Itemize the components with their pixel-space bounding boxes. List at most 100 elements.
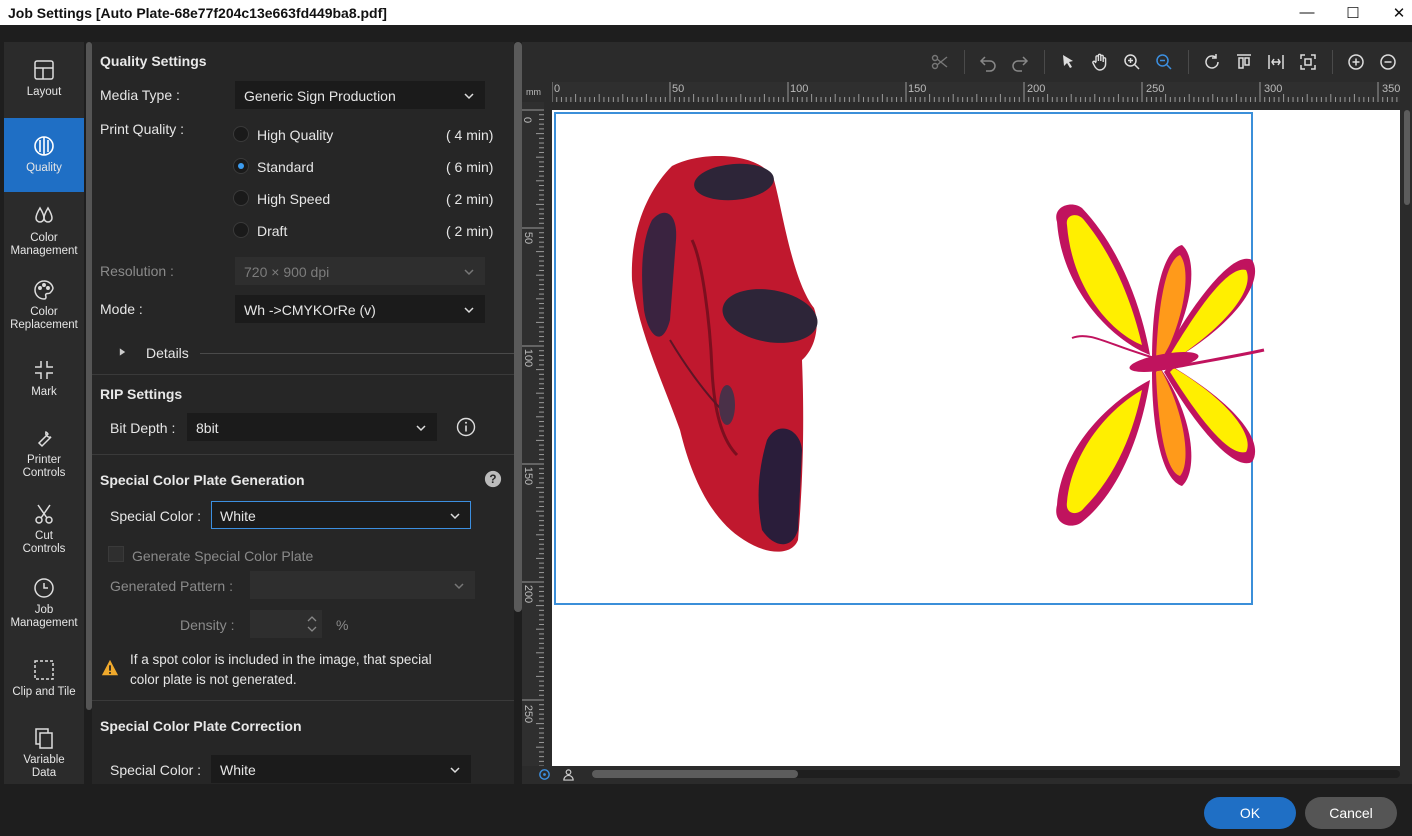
- target-icon[interactable]: [538, 768, 551, 781]
- scroll-thumb[interactable]: [1404, 110, 1410, 205]
- chevron-down-icon: [464, 269, 474, 276]
- ruler-label: 50: [522, 231, 535, 245]
- density-label: Density :: [180, 617, 235, 633]
- chevron-down-icon: [450, 513, 460, 520]
- info-icon[interactable]: [456, 417, 476, 437]
- ruler-label: 150: [908, 83, 927, 95]
- cut-tool[interactable]: [930, 52, 950, 72]
- close-button[interactable]: ✕: [1376, 0, 1412, 25]
- svg-text:?: ?: [489, 473, 496, 486]
- radio-standard[interactable]: [233, 158, 249, 174]
- media-type-select[interactable]: Generic Sign Production: [235, 81, 485, 109]
- zoom-out-icon: [1156, 54, 1172, 70]
- car-image: [631, 155, 818, 552]
- generate-plate-label: Generate Special Color Plate: [132, 548, 314, 564]
- option-time: ( 2 min): [446, 191, 494, 207]
- preview-canvas[interactable]: [552, 110, 1400, 766]
- minus-circle-icon: [1380, 54, 1396, 70]
- sidebar-item-quality[interactable]: Quality: [4, 118, 84, 192]
- sidebar-item-cut-controls[interactable]: Cut Controls: [4, 502, 84, 562]
- drops-icon: [35, 206, 53, 223]
- media-type-label: Media Type :: [100, 87, 180, 103]
- horizontal-ruler: 0 50 100 150 200 250 300 350: [551, 82, 1403, 102]
- ruler-label: 300: [1264, 83, 1283, 95]
- redo-tool[interactable]: [1010, 52, 1030, 72]
- pan-tool[interactable]: [1090, 52, 1110, 72]
- bit-depth-select[interactable]: 8bit: [187, 413, 437, 441]
- settings-panel: Quality Settings Media Type : Generic Si…: [92, 42, 514, 784]
- radio-high-quality[interactable]: [233, 126, 249, 142]
- special-color-select[interactable]: White: [211, 501, 471, 529]
- sidebar-item-mark[interactable]: Mark: [4, 358, 84, 408]
- fit-page-icon: [1300, 54, 1316, 70]
- clip-tile-icon: [34, 660, 54, 680]
- special-color-select-2[interactable]: White: [211, 755, 471, 783]
- chevron-down-icon: [450, 767, 460, 774]
- quality-icon: [34, 136, 54, 156]
- ruler-label: 350: [1382, 83, 1401, 95]
- special-color-label: Special Color :: [110, 508, 202, 524]
- window-title: Job Settings [Auto Plate-68e77f204c13e66…: [8, 5, 387, 21]
- sidebar-item-printer-controls[interactable]: Printer Controls: [4, 426, 84, 486]
- ruler-label: 250: [522, 704, 535, 724]
- sidebar-item-color-management[interactable]: Color Management: [4, 204, 84, 266]
- sidebar-item-color-replacement[interactable]: Color Replacement: [4, 278, 84, 340]
- option-time: ( 4 min): [446, 127, 494, 143]
- plus-circle-icon: [1348, 54, 1364, 70]
- toolbar-separator: [1332, 50, 1333, 74]
- align-top-tool[interactable]: [1234, 52, 1254, 72]
- section-divider: [92, 374, 514, 375]
- sidebar-item-clip-and-tile[interactable]: Clip and Tile: [4, 658, 84, 706]
- resolution-select: 720 × 900 dpi: [235, 257, 485, 285]
- fit-width-tool[interactable]: [1266, 52, 1286, 72]
- crop-marks-icon: [35, 361, 53, 379]
- sidebar-item-layout[interactable]: Layout: [4, 58, 84, 120]
- ok-button[interactable]: OK: [1204, 797, 1296, 829]
- fit-page-tool[interactable]: [1298, 52, 1318, 72]
- pointer-icon: [1063, 55, 1073, 68]
- ruler-label: 100: [790, 83, 809, 95]
- maximize-button[interactable]: ☐: [1330, 0, 1376, 25]
- help-icon[interactable]: ?: [484, 470, 502, 488]
- rotate-tool[interactable]: [1202, 52, 1222, 72]
- select-tool[interactable]: [1058, 52, 1078, 72]
- option-time: ( 2 min): [446, 223, 494, 239]
- redo-icon: [1012, 56, 1029, 72]
- ruler-label: 250: [1146, 83, 1165, 95]
- undo-tool[interactable]: [978, 52, 998, 72]
- caret-right-icon: [119, 348, 126, 356]
- option-label: High Quality: [257, 127, 334, 143]
- sidebar-item-label: Color Management: [10, 232, 78, 257]
- radio-high-speed[interactable]: [233, 190, 249, 206]
- sidebar-item-variable-data[interactable]: Variable Data: [4, 726, 84, 782]
- generated-pattern-select: [250, 571, 475, 599]
- sidebar-item-job-management[interactable]: Job Management: [4, 576, 84, 636]
- panel-scrollbar[interactable]: [514, 42, 522, 612]
- canvas-horizontal-scrollbar[interactable]: [592, 770, 1400, 778]
- sidebar-item-label: Job Management: [10, 604, 78, 629]
- generate-plate-checkbox[interactable]: [108, 546, 124, 562]
- sidebar-item-label: Cut Controls: [22, 530, 66, 555]
- dialog-footer: [0, 786, 1412, 836]
- remove-tool[interactable]: [1378, 52, 1398, 72]
- mode-select[interactable]: Wh ->CMYKOrRe (v): [235, 295, 485, 323]
- undo-icon: [979, 56, 996, 72]
- scroll-thumb[interactable]: [592, 770, 798, 778]
- chevron-down-icon: [464, 307, 474, 314]
- chevron-down-icon: [454, 583, 464, 590]
- person-icon[interactable]: [562, 768, 575, 781]
- density-unit: %: [336, 617, 349, 633]
- title-bar: Job Settings [Auto Plate-68e77f204c13e66…: [0, 0, 1412, 25]
- zoom-in-tool[interactable]: [1122, 52, 1142, 72]
- chevron-down-icon: [464, 93, 474, 100]
- chevron-down-icon: [416, 425, 426, 432]
- cancel-button[interactable]: Cancel: [1305, 797, 1397, 829]
- add-tool[interactable]: [1346, 52, 1366, 72]
- sidebar-item-label: Layout: [26, 86, 62, 98]
- scissors-icon: [35, 504, 53, 524]
- radio-draft[interactable]: [233, 222, 249, 238]
- minimize-button[interactable]: —: [1284, 0, 1330, 25]
- sidebar-item-label: Printer Controls: [22, 454, 66, 479]
- zoom-out-tool[interactable]: [1154, 52, 1174, 72]
- canvas-vertical-scrollbar[interactable]: [1404, 110, 1410, 766]
